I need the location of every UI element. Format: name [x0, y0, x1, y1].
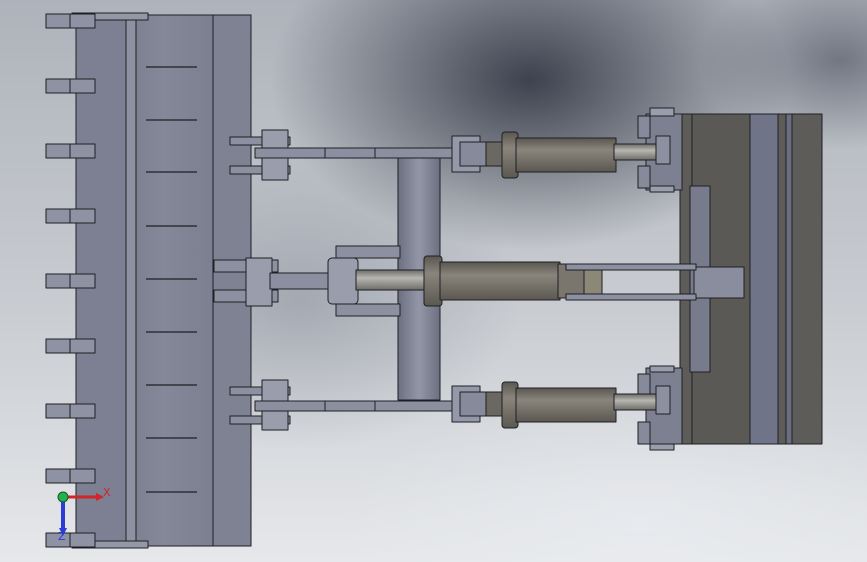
loader-bucket-assembly-model[interactable] [0, 0, 867, 562]
upper-tilt-link [229, 129, 487, 181]
bucket [71, 12, 252, 549]
cad-3d-viewport[interactable]: X Z [0, 0, 867, 562]
orientation-triad: X Z [50, 484, 111, 544]
x-axis-label: X [103, 486, 111, 499]
z-axis-label: Z [58, 530, 66, 543]
lower-tilt-link [229, 379, 487, 431]
